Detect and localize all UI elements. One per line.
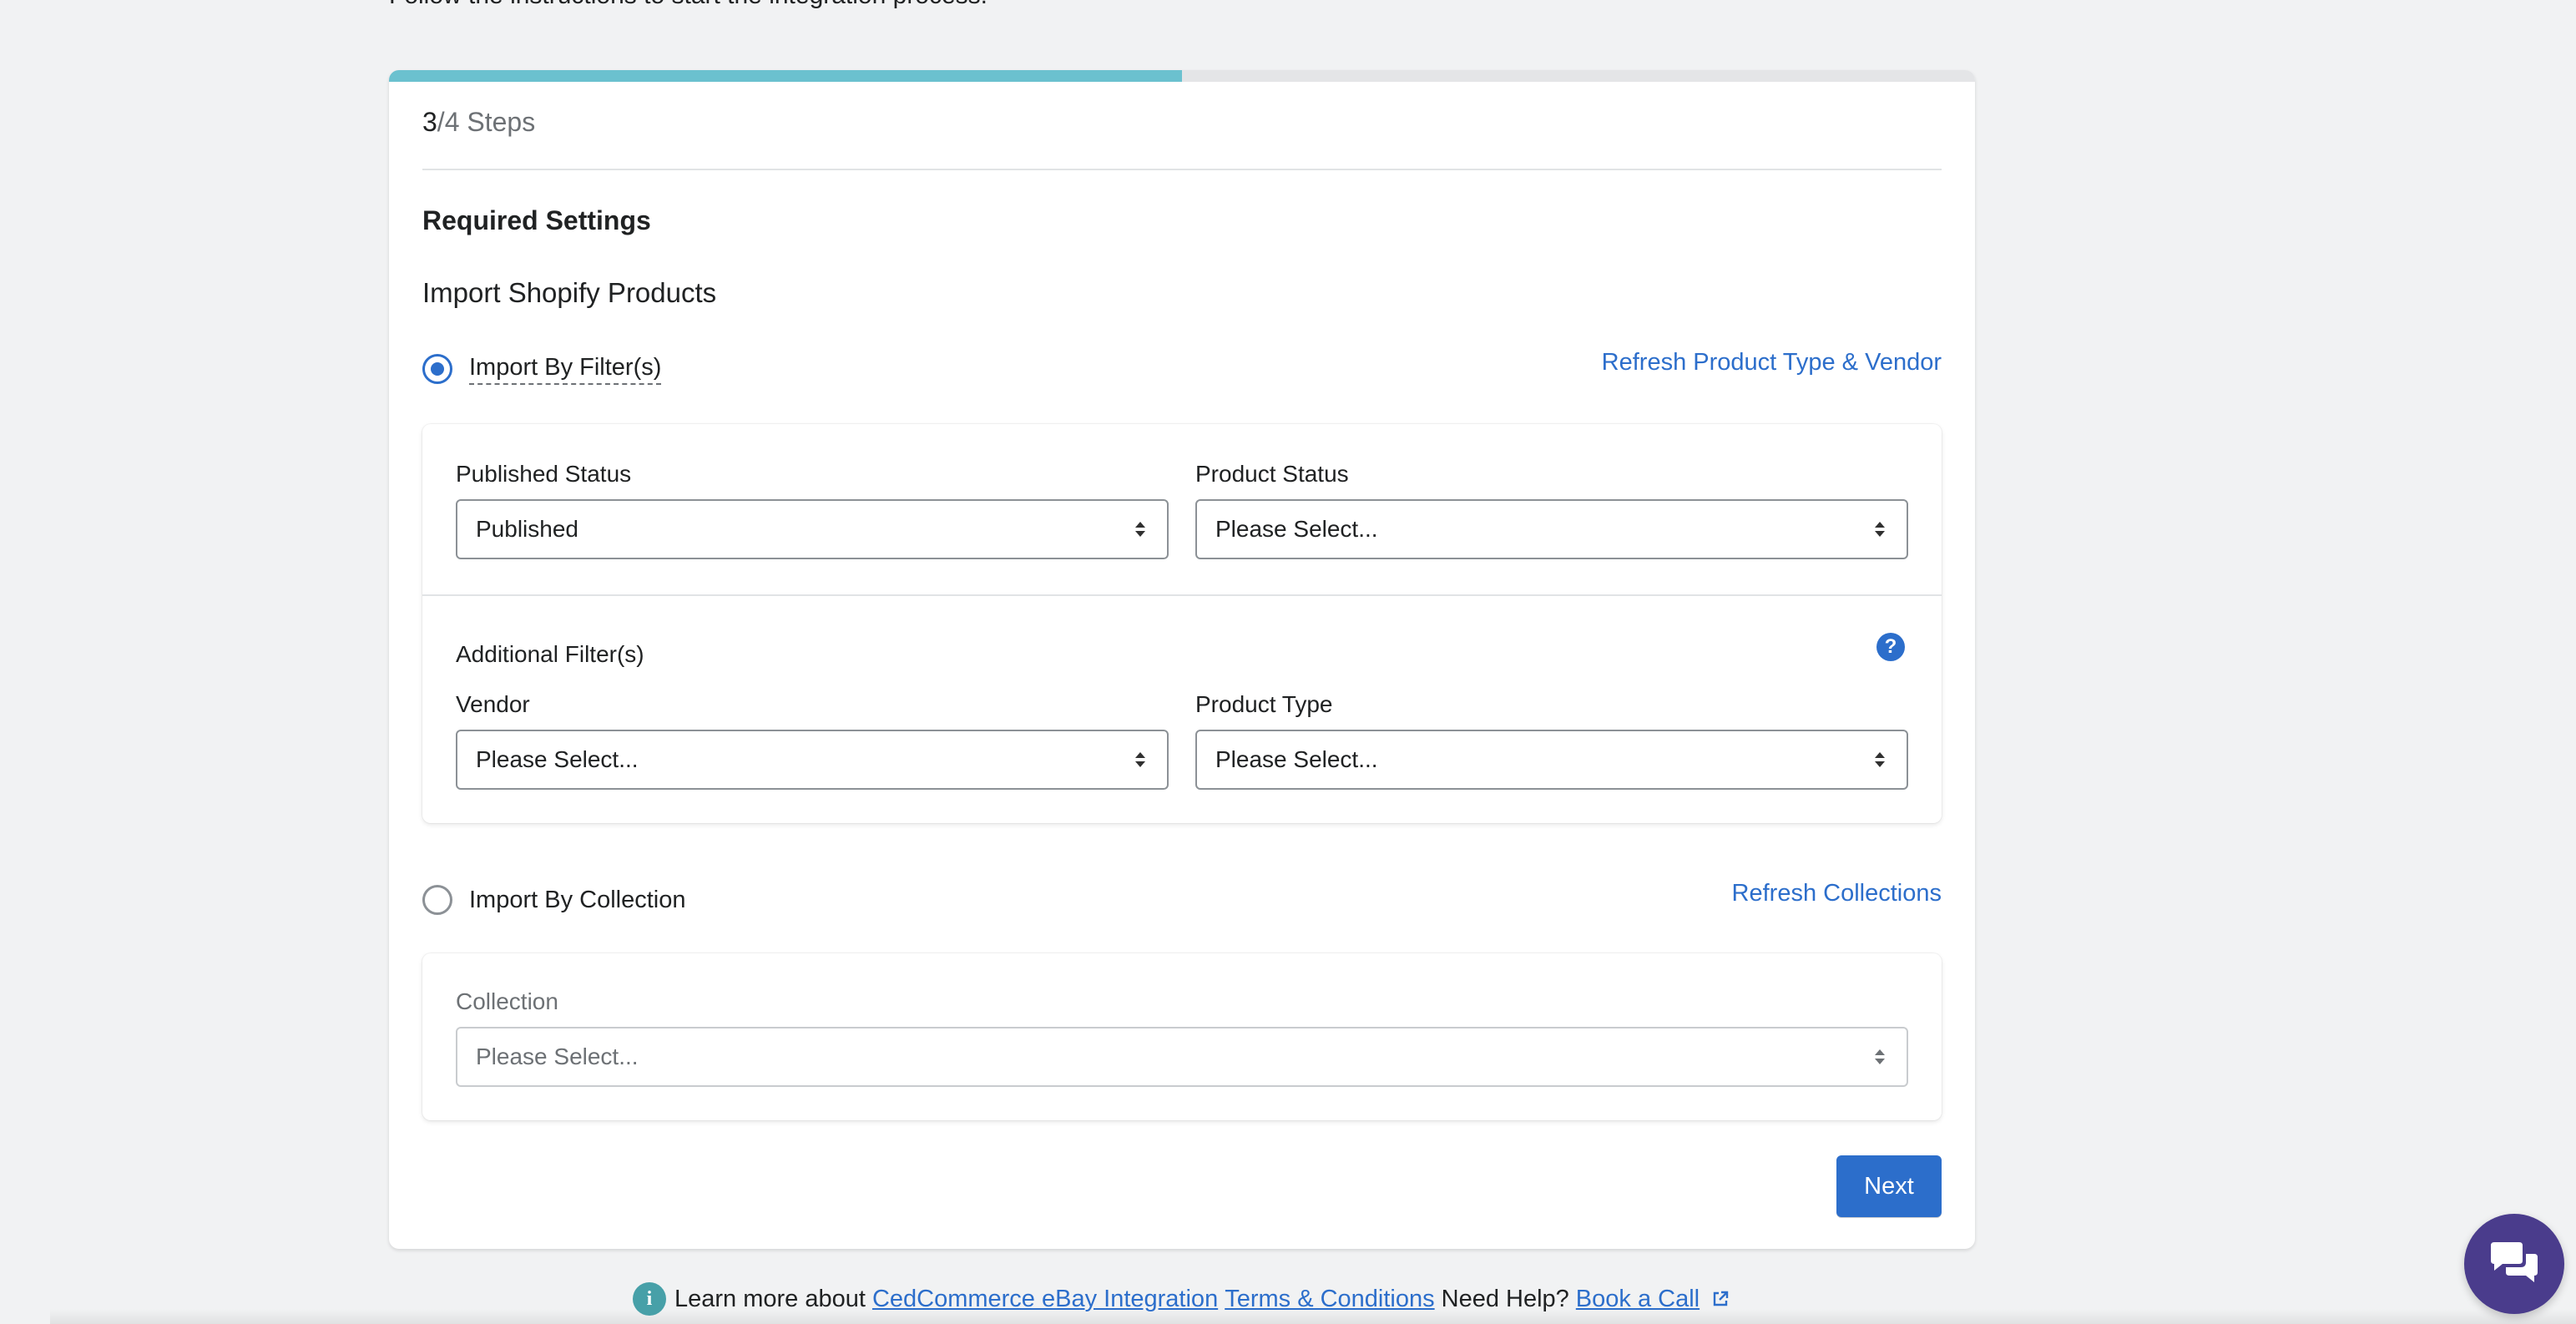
step-total: /4 Steps — [437, 107, 536, 137]
product-status-select[interactable]: Please Select... — [1195, 499, 1908, 559]
import-by-collection-radio[interactable] — [422, 885, 452, 915]
collection-panel: Collection Please Select... — [422, 953, 1942, 1120]
product-status-label: Product Status — [1195, 461, 1349, 487]
step-counter: 3/4 Steps — [422, 107, 535, 138]
intro-text: Follow the instructions to start the int… — [389, 0, 987, 10]
progress-bar — [389, 70, 1975, 82]
collection-select[interactable]: Please Select... — [456, 1027, 1908, 1087]
header-divider — [422, 169, 1942, 170]
refresh-collections-link[interactable]: Refresh Collections — [1732, 880, 1942, 907]
import-by-filter-radio[interactable] — [422, 354, 452, 384]
published-status-value: Published — [476, 516, 578, 542]
import-by-filter-option[interactable]: Import By Filter(s) — [422, 351, 662, 387]
select-arrows-icon — [1875, 752, 1885, 767]
product-status-value: Please Select... — [1215, 516, 1378, 542]
filter-panel: Published Status Published Product Statu… — [422, 424, 1942, 823]
additional-filters-label: Additional Filter(s) — [456, 641, 644, 667]
import-by-filter-label[interactable]: Import By Filter(s) — [469, 354, 662, 385]
import-by-collection-label[interactable]: Import By Collection — [469, 887, 686, 914]
footer: i Learn more about CedCommerce eBay Inte… — [633, 1282, 1730, 1316]
page: Follow the instructions to start the int… — [0, 0, 2576, 1324]
chat-bubbles-icon[interactable] — [2464, 1214, 2564, 1314]
collection-label: Collection — [456, 988, 558, 1014]
product-type-label: Product Type — [1195, 691, 1333, 717]
select-arrows-icon — [1875, 1049, 1885, 1064]
question-circle-icon[interactable]: ? — [1876, 633, 1905, 661]
terms-link[interactable]: Terms & Conditions — [1225, 1286, 1434, 1313]
current-step: 3 — [422, 107, 437, 137]
next-button[interactable]: Next — [1836, 1155, 1942, 1217]
book-call-link[interactable]: Book a Call — [1576, 1286, 1700, 1313]
section-title: Required Settings — [422, 205, 651, 235]
vendor-select[interactable]: Please Select... — [456, 730, 1169, 790]
vendor-value: Please Select... — [476, 746, 639, 772]
onboarding-card: 3/4 Steps Required Settings Import Shopi… — [389, 70, 1975, 1249]
import-by-collection-option[interactable]: Import By Collection — [422, 882, 686, 918]
select-arrows-icon — [1135, 752, 1145, 767]
collection-value: Please Select... — [476, 1044, 639, 1069]
refresh-product-type-vendor-link[interactable]: Refresh Product Type & Vendor — [1602, 349, 1942, 376]
progress-bar-fill — [389, 70, 1182, 82]
subsection-title: Import Shopify Products — [422, 277, 717, 308]
external-link-icon[interactable] — [1711, 1290, 1730, 1308]
need-help-text: Need Help? — [1441, 1285, 1569, 1312]
select-arrows-icon — [1135, 522, 1145, 537]
vendor-label: Vendor — [456, 691, 530, 717]
integration-link[interactable]: CedCommerce eBay Integration — [872, 1286, 1218, 1313]
info-circle-icon: i — [633, 1282, 666, 1316]
learn-more-text: Learn more about — [674, 1285, 866, 1312]
select-arrows-icon — [1875, 522, 1885, 537]
published-status-label: Published Status — [456, 461, 632, 487]
published-status-select[interactable]: Published — [456, 499, 1169, 559]
filter-panel-divider — [422, 594, 1942, 596]
product-type-value: Please Select... — [1215, 746, 1378, 772]
product-type-select[interactable]: Please Select... — [1195, 730, 1908, 790]
